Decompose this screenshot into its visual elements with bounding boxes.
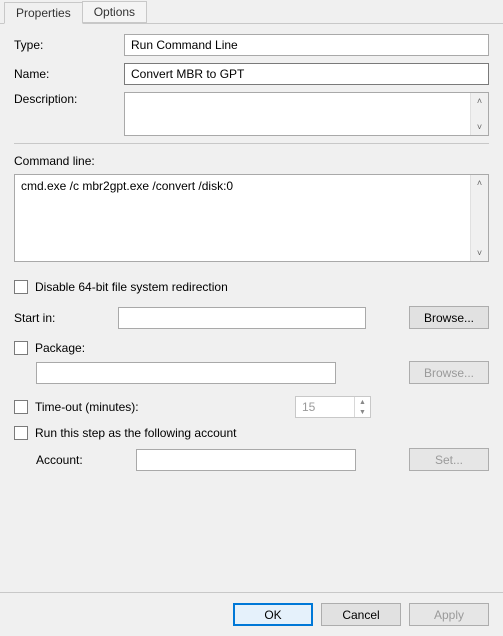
spinner-down-icon: ▼	[355, 407, 370, 417]
timeout-label: Time-out (minutes):	[35, 400, 295, 414]
startin-input[interactable]	[118, 307, 366, 329]
apply-button: Apply	[409, 603, 489, 626]
name-input[interactable]	[124, 63, 489, 85]
properties-panel: Type: Run Command Line Name: Description…	[0, 24, 503, 471]
ok-button[interactable]: OK	[233, 603, 313, 626]
commandline-label: Command line:	[14, 154, 489, 168]
type-label: Type:	[14, 38, 124, 52]
tab-properties[interactable]: Properties	[4, 2, 83, 24]
package-browse-button: Browse...	[409, 361, 489, 384]
package-checkbox[interactable]	[14, 341, 28, 355]
startin-label: Start in:	[14, 311, 118, 325]
description-scrollbar[interactable]: ˄ ˅	[470, 93, 488, 135]
name-label: Name:	[14, 67, 124, 81]
disable64-label: Disable 64-bit file system redirection	[35, 280, 228, 294]
scroll-down-icon[interactable]: ˅	[471, 119, 488, 135]
tab-strip: Properties Options	[0, 0, 503, 24]
description-label: Description:	[14, 92, 124, 106]
commandline-scrollbar[interactable]: ˄ ˅	[470, 175, 488, 261]
description-input[interactable]: ˄ ˅	[124, 92, 489, 136]
set-account-button: Set...	[409, 448, 489, 471]
account-label: Account:	[36, 453, 136, 467]
timeout-checkbox[interactable]	[14, 400, 28, 414]
timeout-spinner: 15 ▲ ▼	[295, 396, 371, 418]
scroll-up-icon[interactable]: ˄	[471, 175, 488, 191]
scroll-down-icon[interactable]: ˅	[471, 245, 488, 261]
package-label: Package:	[35, 341, 85, 355]
spinner-up-icon: ▲	[355, 397, 370, 407]
runas-checkbox[interactable]	[14, 426, 28, 440]
tab-options[interactable]: Options	[82, 1, 147, 23]
type-value: Run Command Line	[124, 34, 489, 56]
startin-browse-button[interactable]: Browse...	[409, 306, 489, 329]
runas-label: Run this step as the following account	[35, 426, 236, 440]
dialog-footer: OK Cancel Apply	[0, 592, 503, 636]
cancel-button[interactable]: Cancel	[321, 603, 401, 626]
commandline-input[interactable]: cmd.exe /c mbr2gpt.exe /convert /disk:0 …	[14, 174, 489, 262]
package-input	[36, 362, 336, 384]
disable64-checkbox[interactable]	[14, 280, 28, 294]
account-input	[136, 449, 356, 471]
divider	[14, 143, 489, 144]
scroll-up-icon[interactable]: ˄	[471, 93, 488, 109]
